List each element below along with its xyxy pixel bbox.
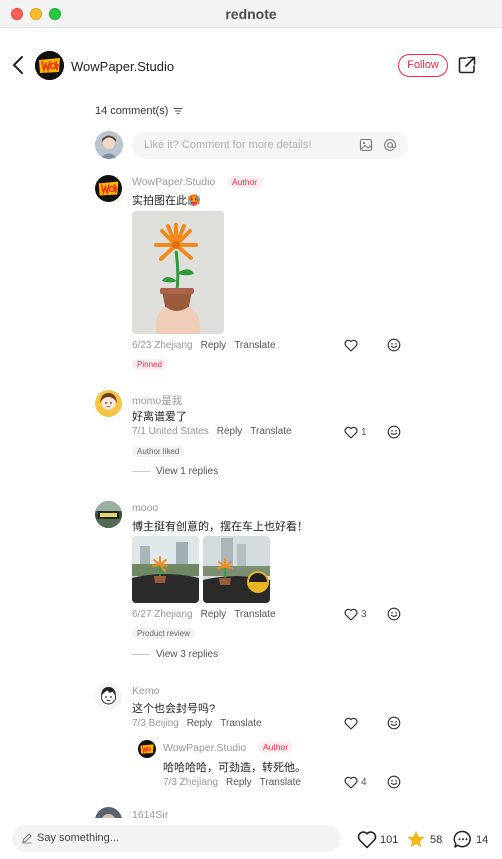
like-heart-icon[interactable] bbox=[344, 339, 358, 352]
comment-meta: 6/27 Zhejiang Reply Translate bbox=[132, 609, 276, 620]
reply-link[interactable]: Reply bbox=[217, 426, 243, 437]
like-heart-icon[interactable] bbox=[344, 717, 358, 730]
share-icon[interactable] bbox=[457, 55, 477, 75]
comment-username[interactable]: Kemo bbox=[132, 685, 159, 697]
comment-meta: 6/23 Zhejiang Reply Translate bbox=[132, 340, 276, 351]
comments-count: 14 comment(s) bbox=[95, 105, 183, 117]
emoji-react-icon[interactable] bbox=[387, 607, 401, 621]
user-avatar-illustration bbox=[95, 501, 122, 528]
view-replies-divider bbox=[132, 470, 150, 472]
comments-total-count: 14 bbox=[476, 834, 489, 846]
emoji-react-icon[interactable] bbox=[387, 775, 401, 789]
emoji-react-icon[interactable] bbox=[387, 338, 401, 352]
like-heart-icon[interactable] bbox=[357, 830, 377, 849]
comment-meta: 7/1 United States Reply Translate bbox=[132, 426, 292, 437]
comment-date-location: 7/1 United States bbox=[132, 426, 209, 437]
comment-date-location: 6/23 Zhejiang bbox=[132, 340, 193, 351]
author-avatar[interactable] bbox=[35, 51, 64, 80]
comment-photo[interactable] bbox=[203, 536, 270, 603]
wow-logo bbox=[35, 51, 64, 80]
comment-date-location: 7/3 Beijing bbox=[132, 718, 179, 729]
pinned-tag: Pinned bbox=[132, 359, 167, 370]
like-count: 3 bbox=[361, 609, 367, 620]
dashboard-flower-photo bbox=[203, 536, 270, 603]
view-replies-label: View 1 replies bbox=[156, 466, 219, 477]
comment-avatar[interactable] bbox=[95, 390, 122, 417]
reply-text: 哈哈哈哈，可劲造，转死他。 bbox=[163, 762, 306, 774]
like-count: 4 bbox=[361, 777, 367, 788]
emoji-react-icon[interactable] bbox=[387, 425, 401, 439]
comment-photo[interactable] bbox=[132, 211, 224, 334]
comments-count-label: 14 comment(s) bbox=[95, 105, 169, 117]
reply-link[interactable]: Reply bbox=[201, 340, 227, 351]
user-avatar-illustration bbox=[95, 683, 122, 710]
like-heart-icon[interactable] bbox=[344, 426, 358, 439]
comment-text: 好离谱爱了 bbox=[132, 411, 187, 423]
back-arrow-icon[interactable] bbox=[10, 54, 28, 76]
view-replies-divider bbox=[132, 653, 150, 655]
stars-count: 58 bbox=[430, 834, 443, 846]
image-upload-icon[interactable] bbox=[359, 138, 373, 152]
current-user-avatar bbox=[95, 131, 123, 159]
comment-bubble-icon[interactable] bbox=[453, 830, 473, 849]
dashboard-flower-photo bbox=[132, 536, 199, 603]
comment-username[interactable]: mooo bbox=[132, 502, 158, 514]
author-badge: Author bbox=[227, 176, 263, 188]
reply-link[interactable]: Reply bbox=[226, 777, 252, 788]
window-title: rednote bbox=[225, 6, 277, 22]
reply-username[interactable]: WowPaper.Studio bbox=[163, 742, 246, 754]
view-replies-link[interactable]: View 1 replies bbox=[132, 466, 218, 477]
flower-pot-photo bbox=[132, 211, 224, 334]
author-liked-tag: Author liked bbox=[132, 446, 185, 457]
translate-link[interactable]: Translate bbox=[220, 718, 261, 729]
mention-icon[interactable] bbox=[383, 138, 397, 152]
wow-logo bbox=[138, 740, 156, 758]
comment-avatar[interactable] bbox=[95, 683, 122, 710]
bottom-action-bar: Say something... 101 58 14 bbox=[0, 818, 502, 859]
note-header: WowPaper.Studio Follow bbox=[0, 28, 502, 104]
emoji-react-icon[interactable] bbox=[387, 716, 401, 730]
like-heart-icon[interactable] bbox=[344, 776, 358, 789]
comment-photo[interactable] bbox=[132, 536, 199, 603]
view-replies-label: View 3 replies bbox=[156, 649, 219, 660]
reply-link[interactable]: Reply bbox=[187, 718, 213, 729]
comment-date-location: 6/27 Zhejiang bbox=[132, 609, 193, 620]
user-avatar-illustration bbox=[95, 131, 123, 159]
comment-text: 博主挺有创意的，摆在车上也好看！ bbox=[132, 521, 308, 533]
like-count: 1 bbox=[361, 427, 367, 438]
comment-avatar[interactable] bbox=[95, 175, 122, 202]
product-review-tag: Product review bbox=[132, 628, 195, 639]
pencil-icon bbox=[22, 833, 32, 844]
sort-filter-icon[interactable] bbox=[173, 106, 183, 116]
follow-button[interactable]: Follow bbox=[398, 54, 448, 77]
translate-link[interactable]: Translate bbox=[250, 426, 291, 437]
reply-date-location: 7/3 Zhejiang bbox=[163, 777, 219, 788]
translate-link[interactable]: Translate bbox=[260, 777, 301, 788]
comment-text: 实拍图在此🥵 bbox=[132, 195, 201, 207]
comment-meta: 7/3 Beijing Reply Translate bbox=[132, 718, 262, 729]
reply-meta: 7/3 Zhejiang Reply Translate bbox=[163, 777, 301, 788]
author-name[interactable]: WowPaper.Studio bbox=[71, 59, 174, 74]
translate-link[interactable]: Translate bbox=[234, 340, 275, 351]
comment-text: 这个也会封号吗? bbox=[132, 703, 216, 715]
like-heart-icon[interactable] bbox=[344, 608, 358, 621]
say-something-input[interactable]: Say something... bbox=[12, 825, 341, 852]
comment-username[interactable]: momo是我 bbox=[132, 393, 182, 408]
likes-count: 101 bbox=[380, 834, 399, 846]
comment-input[interactable]: Like it? Comment for more details! bbox=[132, 132, 408, 159]
window-titlebar: rednote bbox=[0, 0, 502, 28]
comment-input-placeholder: Like it? Comment for more details! bbox=[144, 139, 312, 151]
wow-logo bbox=[95, 175, 122, 202]
say-something-placeholder: Say something... bbox=[37, 832, 119, 844]
comment-username[interactable]: WowPaper.Studio bbox=[132, 176, 215, 188]
view-replies-link[interactable]: View 3 replies bbox=[132, 649, 218, 660]
reply-avatar[interactable] bbox=[138, 740, 156, 758]
user-avatar-illustration bbox=[95, 390, 122, 417]
translate-link[interactable]: Translate bbox=[234, 609, 275, 620]
reply-link[interactable]: Reply bbox=[201, 609, 227, 620]
comment-avatar[interactable] bbox=[95, 501, 122, 528]
star-collect-icon[interactable] bbox=[406, 830, 426, 849]
author-badge: Author bbox=[258, 741, 294, 753]
